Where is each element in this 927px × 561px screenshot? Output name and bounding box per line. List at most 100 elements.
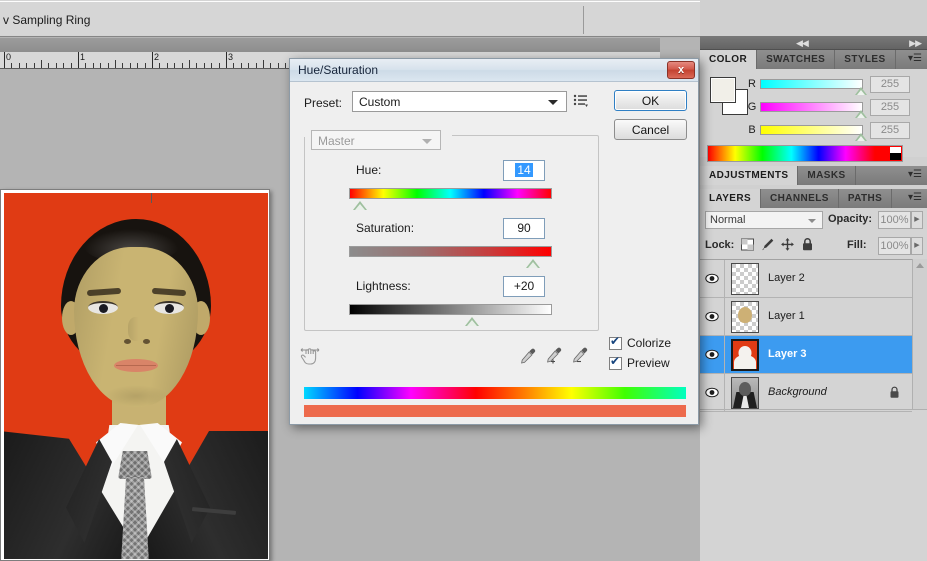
layers-panel-menu-icon[interactable]: ▾☰ (908, 193, 922, 203)
fill-label: Fill: (847, 239, 867, 251)
layer-thumbnail[interactable] (731, 301, 759, 333)
preset-options-menu-icon[interactable] (573, 94, 589, 108)
blue-channel-thumb[interactable] (855, 133, 867, 141)
blend-mode-dropdown[interactable]: Normal (705, 211, 823, 229)
chevron-down-icon (808, 219, 816, 223)
ruler-tick (174, 63, 175, 68)
tab-channels[interactable]: CHANNELS (761, 189, 839, 208)
tab-swatches[interactable]: SWATCHES (757, 50, 836, 69)
targeted-adjustment-hand-icon[interactable] (299, 345, 321, 367)
ruler-tick (34, 63, 35, 68)
green-channel-slider[interactable] (760, 102, 863, 112)
scroll-up-icon[interactable] (916, 263, 924, 268)
tab-styles[interactable]: STYLES (835, 50, 896, 69)
layer-visibility-toggle[interactable] (700, 374, 725, 411)
color-panel-tabs[interactable]: COLOR SWATCHES STYLES ▾☰ (700, 50, 927, 69)
lightness-slider-track[interactable] (349, 304, 552, 326)
lock-transparency-icon[interactable] (740, 237, 755, 252)
lightness-value-field[interactable]: +20 (503, 276, 545, 297)
thumbnail-head (739, 381, 751, 396)
chevron-down-icon (422, 139, 432, 144)
blue-channel-value[interactable]: 255 (870, 122, 910, 139)
portrait-tie-knot (118, 451, 152, 479)
foreground-color-swatch[interactable] (710, 77, 736, 103)
hue-slider-track[interactable] (349, 188, 552, 210)
layer-name: Background (768, 386, 827, 398)
dock-collapse-bar[interactable]: ◀◀ ▶▶ (700, 36, 927, 50)
layer-list[interactable]: Layer 2 Layer 1 Layer 3 Background (700, 259, 927, 412)
scrollbar-track[interactable] (913, 273, 927, 409)
adjustment-group-box (304, 135, 599, 331)
layer-thumbnail[interactable] (731, 339, 759, 371)
collapse-left-icon[interactable]: ◀◀ (796, 38, 809, 49)
table-row[interactable]: Layer 2 (700, 260, 912, 298)
tab-color[interactable]: COLOR (700, 50, 758, 69)
colorize-checkbox[interactable] (609, 335, 622, 350)
red-channel-value[interactable]: 255 (870, 76, 910, 93)
expand-right-icon[interactable]: ▶▶ (909, 38, 922, 49)
tab-paths[interactable]: PATHS (838, 189, 893, 208)
portrait-chin-shading (104, 385, 168, 407)
result-color-bar (304, 405, 686, 417)
hue-saturation-dialog[interactable]: Hue/Saturation x Preset: Custom OK Cance… (289, 58, 699, 425)
ruler-tick (256, 63, 257, 68)
dialog-title-bar[interactable]: Hue/Saturation x (290, 59, 698, 82)
preset-value: Custom (359, 95, 401, 109)
portrait-nose (122, 317, 152, 347)
red-channel-thumb[interactable] (855, 87, 867, 95)
layer-visibility-toggle[interactable] (700, 336, 725, 373)
tab-adjustments[interactable]: ADJUSTMENTS (700, 166, 799, 185)
image-canvas[interactable] (0, 189, 270, 561)
blue-channel-slider[interactable] (760, 125, 863, 135)
ruler-tick (263, 60, 264, 68)
green-channel-thumb[interactable] (855, 110, 867, 118)
layers-panel-tabs[interactable]: LAYERS CHANNELS PATHS ▾☰ (700, 189, 927, 208)
adjustments-panel-menu-icon[interactable]: ▾☰ (908, 170, 922, 180)
saturation-slider-track[interactable] (349, 246, 552, 268)
opacity-stepper-icon[interactable]: ▶ (911, 211, 923, 229)
opacity-value[interactable]: 100% (878, 211, 911, 229)
ruler-tick (278, 63, 279, 68)
table-row[interactable]: Layer 1 (700, 298, 912, 336)
tab-layers[interactable]: LAYERS (700, 189, 762, 208)
lock-image-icon[interactable] (760, 237, 775, 252)
blue-channel-label: B (748, 124, 756, 136)
ramp-black-swatch[interactable] (890, 153, 901, 160)
hue-slider-thumb[interactable] (353, 201, 367, 210)
lock-all-icon[interactable] (800, 237, 815, 252)
channel-dropdown[interactable]: Master (311, 130, 441, 150)
eyedropper-minus-icon[interactable] (571, 347, 589, 365)
lock-position-icon[interactable] (780, 237, 795, 252)
ruler-tick (130, 63, 131, 68)
close-icon[interactable]: x (667, 61, 695, 79)
adjustments-panel-tabs[interactable]: ADJUSTMENTS MASKS ▾☰ (700, 166, 927, 185)
table-row[interactable]: Layer 3 (700, 336, 912, 374)
ruler-tick (219, 63, 220, 68)
table-row[interactable]: Background (700, 374, 912, 412)
eye-icon (705, 311, 719, 322)
layer-list-scrollbar[interactable] (912, 259, 927, 409)
lightness-slider-thumb[interactable] (465, 317, 479, 326)
layer-thumbnail[interactable] (731, 263, 759, 295)
ok-button[interactable]: OK (614, 90, 687, 111)
fill-value[interactable]: 100% (878, 237, 911, 255)
red-channel-slider[interactable] (760, 79, 863, 89)
green-channel-value[interactable]: 255 (870, 99, 910, 116)
fill-stepper-icon[interactable]: ▶ (911, 237, 923, 255)
saturation-slider-thumb[interactable] (526, 259, 540, 268)
color-panel-menu-icon[interactable]: ▾☰ (908, 54, 922, 64)
layer-thumbnail[interactable] (731, 377, 759, 409)
eyedropper-plus-icon[interactable] (545, 347, 563, 365)
preview-checkbox-row[interactable]: Preview (609, 355, 670, 370)
eyedropper-icon[interactable] (519, 347, 537, 365)
preview-checkbox[interactable] (609, 355, 622, 370)
color-spectrum-ramp[interactable] (707, 145, 903, 162)
saturation-value-field[interactable]: 90 (503, 218, 545, 239)
preset-dropdown[interactable]: Custom (352, 91, 567, 112)
layer-visibility-toggle[interactable] (700, 260, 725, 297)
hue-value-field[interactable]: 14 (503, 160, 545, 181)
tab-masks[interactable]: MASKS (798, 166, 856, 185)
layer-visibility-toggle[interactable] (700, 298, 725, 335)
colorize-checkbox-row[interactable]: Colorize (609, 335, 671, 350)
cancel-button[interactable]: Cancel (614, 119, 687, 140)
